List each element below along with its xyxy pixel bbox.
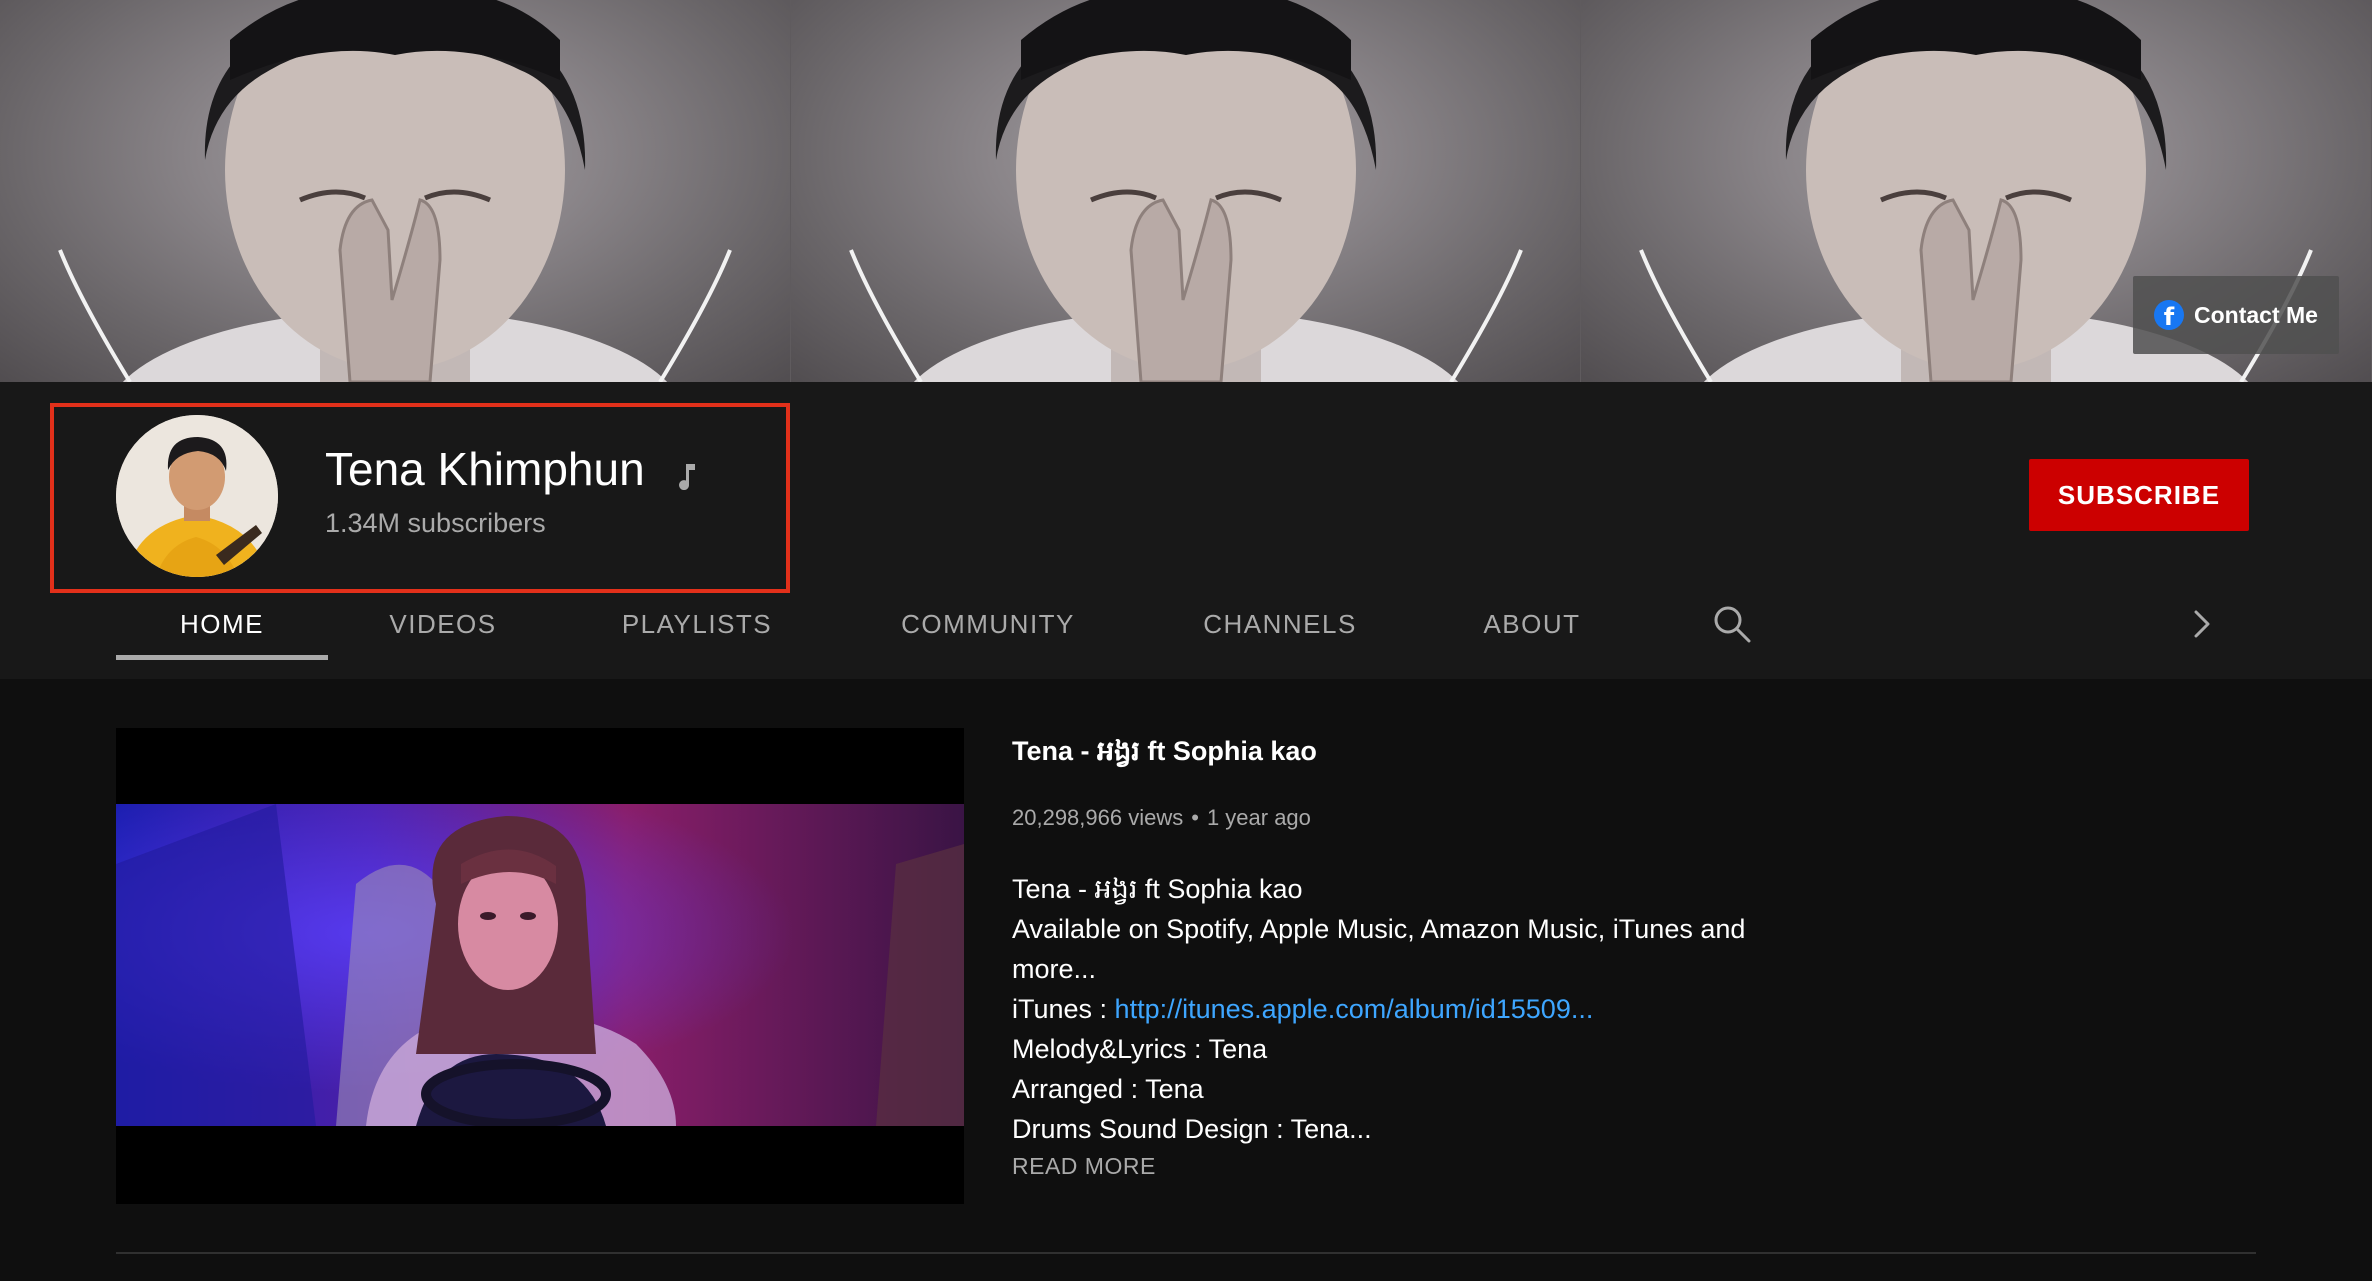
video-thumbnail[interactable] [116,804,964,1126]
tab-home[interactable]: HOME [116,588,328,660]
description-line: Melody&Lyrics : Tena [1012,1034,1268,1064]
description-line: more... [1012,954,1097,984]
tab-community[interactable]: COMMUNITY [878,588,1098,660]
banner-panel [790,0,1582,382]
subscriber-count: 1.34M subscribers [325,508,546,538]
description-line: Tena - អង្វរ ft Sophia kao [1012,874,1303,904]
contact-me-label: Contact Me [2194,301,2318,328]
video-frame-art [116,804,964,1126]
description-line: Arranged : Tena [1012,1074,1204,1104]
itunes-label: iTunes : [1012,994,1115,1024]
featured-video-player[interactable] [116,728,964,1204]
music-note-icon [679,464,695,490]
avatar[interactable] [116,415,278,577]
home-content: Tena - អង្វរ ft Sophia kao 20,298,966 vi… [0,679,2372,1281]
tab-about[interactable]: ABOUT [1460,588,1604,660]
description-line: Drums Sound Design : Tena... [1012,1114,1372,1144]
itunes-link[interactable]: http://itunes.apple.com/album/id15509... [1115,994,1594,1024]
facebook-icon: f [2154,300,2185,330]
view-count: 20,298,966 views [1012,805,1184,830]
banner-art [58,0,732,382]
chevron-right-icon[interactable] [2190,607,2214,641]
description-itunes-line: iTunes : http://itunes.apple.com/album/i… [1012,989,1792,1029]
channel-banner: f Contact Me [0,0,2372,382]
tab-playlists[interactable]: PLAYLISTS [600,588,794,660]
channel-tabs: HOME VIDEOS PLAYLISTS COMMUNITY CHANNELS… [0,588,2372,660]
featured-video-title[interactable]: Tena - អង្វរ ft Sophia kao [1012,735,1317,774]
section-divider [116,1252,2256,1254]
upload-age: 1 year ago [1206,805,1311,830]
search-icon[interactable] [1712,604,1752,644]
tab-channels[interactable]: CHANNELS [1180,588,1380,660]
meta-separator: • [1191,805,1199,830]
video-meta: 20,298,966 views • 1 year ago [1012,805,1311,831]
channel-name[interactable]: Tena Khimphun [325,442,645,496]
description-line: Available on Spotify, Apple Music, Amazo… [1012,914,1746,944]
subscribe-button[interactable]: SUBSCRIBE [2029,459,2249,531]
read-more-button[interactable]: READ MORE [1012,1153,1156,1180]
contact-me-button[interactable]: f Contact Me [2133,276,2339,354]
avatar-image [116,415,278,577]
video-description: Tena - អង្វរ ft Sophia kao Available on … [1012,869,1792,1149]
banner-art [848,0,1523,382]
channel-header: Tena Khimphun 1.34M subscribers SUBSCRIB… [0,382,2372,679]
tab-videos[interactable]: VIDEOS [366,588,520,660]
banner-panel [0,0,791,382]
